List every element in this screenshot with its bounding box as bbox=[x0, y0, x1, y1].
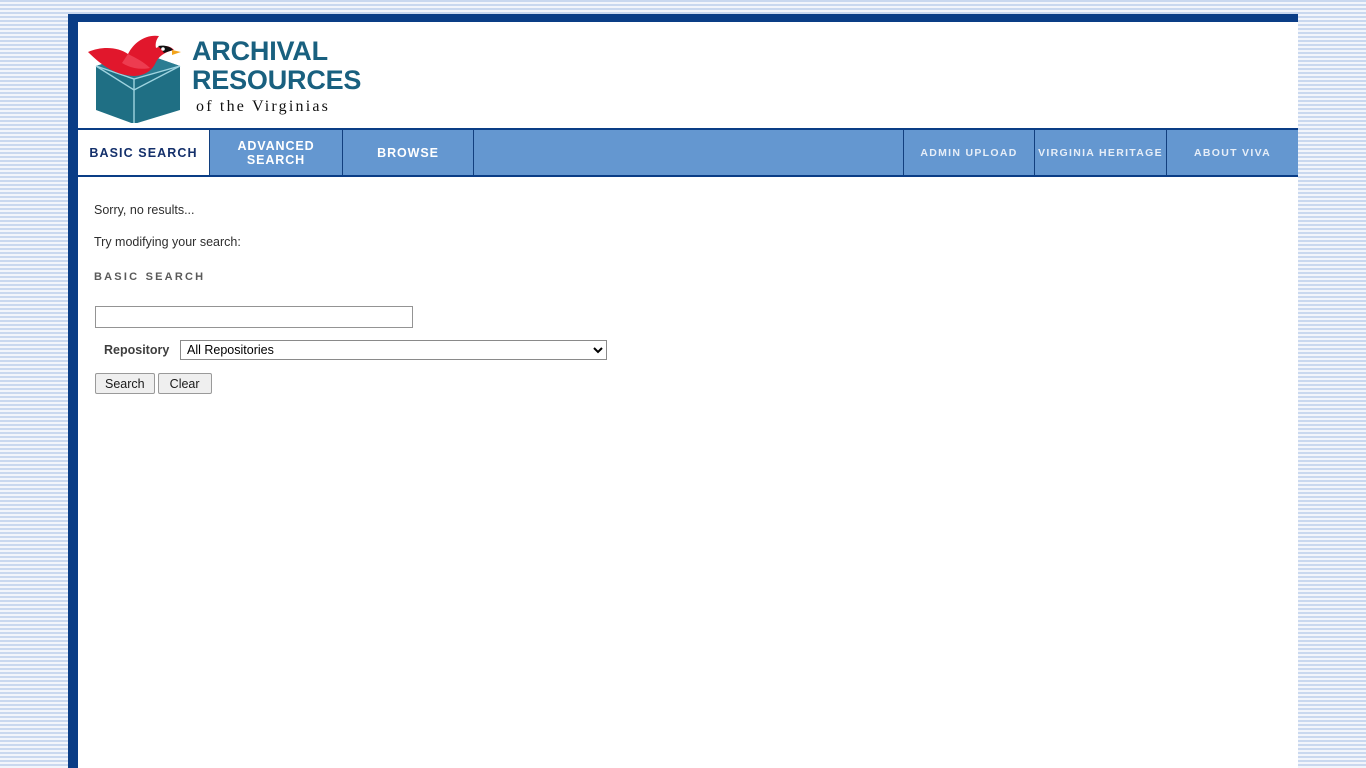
main-content: Sorry, no results... Try modifying your … bbox=[78, 177, 1298, 763]
basic-search-form: Repository All Repositories Search Clear bbox=[94, 306, 1298, 394]
site-logo[interactable]: ARCHIVAL RESOURCES of the Virginias bbox=[84, 28, 384, 123]
main-navigation: BASIC SEARCH ADVANCED SEARCH BROWSE ADMI… bbox=[78, 128, 1298, 177]
page-content-area: ARCHIVAL RESOURCES of the Virginias BASI… bbox=[78, 22, 1298, 768]
tab-about-viva-label: ABOUT VIVA bbox=[1194, 146, 1271, 159]
svg-text:of the Virginias: of the Virginias bbox=[196, 98, 330, 115]
tab-virginia-heritage-label: VIRGINIA HERITAGE bbox=[1038, 146, 1163, 159]
modify-search-prompt: Try modifying your search: bbox=[94, 235, 241, 249]
svg-text:ARCHIVAL: ARCHIVAL bbox=[192, 36, 328, 66]
tab-basic-search[interactable]: BASIC SEARCH bbox=[78, 130, 210, 175]
repository-select[interactable]: All Repositories bbox=[180, 340, 607, 360]
tab-admin-upload-label: ADMIN UPLOAD bbox=[920, 146, 1018, 159]
tab-basic-search-label: BASIC SEARCH bbox=[89, 145, 198, 160]
nav-spacer bbox=[474, 130, 904, 175]
tab-admin-upload[interactable]: ADMIN UPLOAD bbox=[904, 130, 1035, 175]
repository-label: Repository bbox=[104, 343, 170, 357]
form-buttons: Search Clear bbox=[95, 373, 1298, 394]
tab-browse-label: BROWSE bbox=[377, 145, 439, 160]
clear-button[interactable]: Clear bbox=[157, 373, 212, 394]
page-title: Basic Search bbox=[94, 267, 206, 284]
tab-virginia-heritage[interactable]: VIRGINIA HERITAGE bbox=[1035, 130, 1167, 175]
tab-about-viva[interactable]: ABOUT VIVA bbox=[1167, 130, 1298, 175]
no-results-message: Sorry, no results... bbox=[94, 203, 195, 217]
tab-advanced-search-label: ADVANCED SEARCH bbox=[237, 138, 315, 167]
search-input[interactable] bbox=[95, 306, 413, 328]
tab-advanced-search[interactable]: ADVANCED SEARCH bbox=[210, 130, 343, 175]
repository-row: Repository All Repositories bbox=[94, 340, 1298, 360]
tab-browse[interactable]: BROWSE bbox=[343, 130, 474, 175]
page-frame: ARCHIVAL RESOURCES of the Virginias BASI… bbox=[68, 14, 1298, 768]
masthead: ARCHIVAL RESOURCES of the Virginias bbox=[78, 22, 1298, 128]
search-button[interactable]: Search bbox=[95, 373, 155, 394]
svg-text:RESOURCES: RESOURCES bbox=[192, 65, 361, 95]
